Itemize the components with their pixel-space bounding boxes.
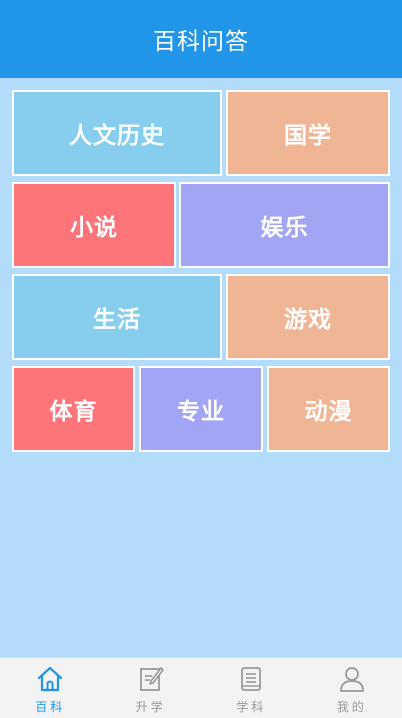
tile-label: 专业 <box>177 392 225 426</box>
edit-icon <box>136 664 166 694</box>
category-tile-humanities-history[interactable]: 人文历史 <box>12 90 222 176</box>
category-tile-novels[interactable]: 小说 <box>12 182 176 268</box>
tile-label: 游戏 <box>284 300 332 334</box>
category-tile-sinology[interactable]: 国学 <box>226 90 390 176</box>
user-icon <box>337 664 367 694</box>
home-icon <box>35 664 65 694</box>
category-tile-professional[interactable]: 专业 <box>139 366 263 452</box>
page-title: 百科问答 <box>153 22 249 56</box>
category-tile-games[interactable]: 游戏 <box>226 274 390 360</box>
tab-label: 百科 <box>35 698 65 715</box>
category-tile-life[interactable]: 生活 <box>12 274 222 360</box>
tab-label: 我的 <box>337 698 367 715</box>
tab-encyclopedia[interactable]: 百科 <box>0 658 101 718</box>
app-header: 百科问答 <box>0 0 402 78</box>
tab-further-study[interactable]: 升学 <box>101 658 202 718</box>
category-tile-anime[interactable]: 动漫 <box>267 366 390 452</box>
tile-label: 生活 <box>93 300 141 334</box>
tile-label: 体育 <box>50 392 98 426</box>
tab-subjects[interactable]: 学科 <box>201 658 302 718</box>
tab-label: 学科 <box>236 698 266 715</box>
category-tile-sports[interactable]: 体育 <box>12 366 135 452</box>
tile-label: 小说 <box>70 208 118 242</box>
tile-label: 动漫 <box>305 392 353 426</box>
tab-label: 升学 <box>136 698 166 715</box>
category-tile-entertainment[interactable]: 娱乐 <box>179 182 390 268</box>
bottom-tab-bar: 百科 升学 学科 我的 <box>0 657 402 718</box>
tile-label: 娱乐 <box>261 208 309 242</box>
tile-label: 国学 <box>284 116 332 150</box>
book-icon <box>236 664 266 694</box>
tab-profile[interactable]: 我的 <box>302 658 402 718</box>
tile-label: 人文历史 <box>69 116 165 150</box>
